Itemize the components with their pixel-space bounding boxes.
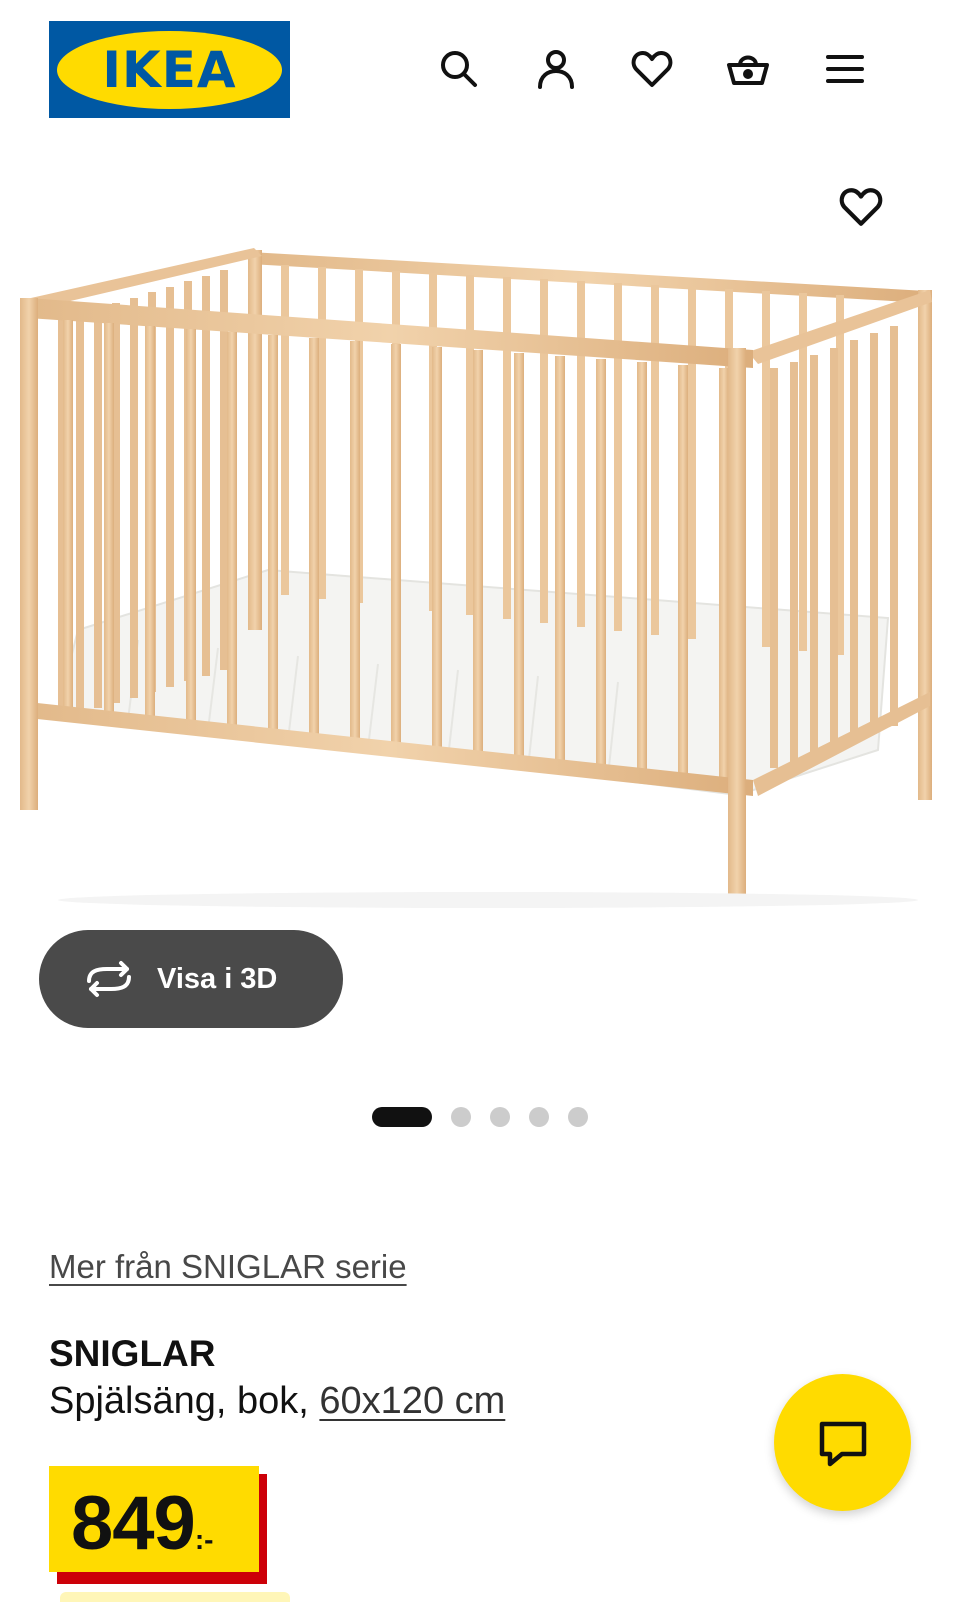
search-icon[interactable] [434,44,484,94]
header: IKEA ® [0,0,960,130]
menu-icon[interactable] [820,44,870,94]
price-value: 849 [71,1481,196,1566]
rotate-icon [87,961,131,997]
logo-text: IKEA [102,40,237,99]
logo-ellipse: IKEA ® [57,30,282,109]
carousel-dot-4[interactable] [529,1107,549,1127]
heart-icon[interactable] [627,44,677,94]
product-description: Spjälsäng, bok, 60x120 cm [49,1380,505,1423]
view-in-3d-label: Visa i 3D [157,962,278,995]
product-image[interactable] [18,240,943,930]
carousel-dot-2[interactable] [451,1107,471,1127]
carousel-dot-1[interactable] [372,1107,432,1127]
series-link[interactable]: Mer från SNIGLAR serie [49,1248,407,1286]
logo-registered-mark: ® [254,35,266,49]
product-name: SNIGLAR [49,1333,216,1374]
carousel-indicators [372,1106,588,1128]
price-suffix: :- [194,1524,214,1555]
price-box: 849 :- [49,1466,259,1572]
price-tag: 849 :- [49,1466,267,1584]
carousel-dot-5[interactable] [568,1107,588,1127]
bottom-strip [60,1592,290,1602]
product-type: Spjälsäng, bok, [49,1380,309,1422]
carousel-dot-3[interactable] [490,1107,510,1127]
add-to-favorites-icon[interactable] [836,182,886,232]
cart-icon[interactable] [723,44,773,94]
chat-button[interactable] [774,1374,911,1511]
ikea-logo[interactable]: IKEA ® [49,21,290,118]
view-in-3d-button[interactable]: Visa i 3D [39,930,343,1028]
product-size-link[interactable]: 60x120 cm [319,1380,505,1422]
user-icon[interactable] [531,44,581,94]
chat-icon [819,1421,866,1466]
